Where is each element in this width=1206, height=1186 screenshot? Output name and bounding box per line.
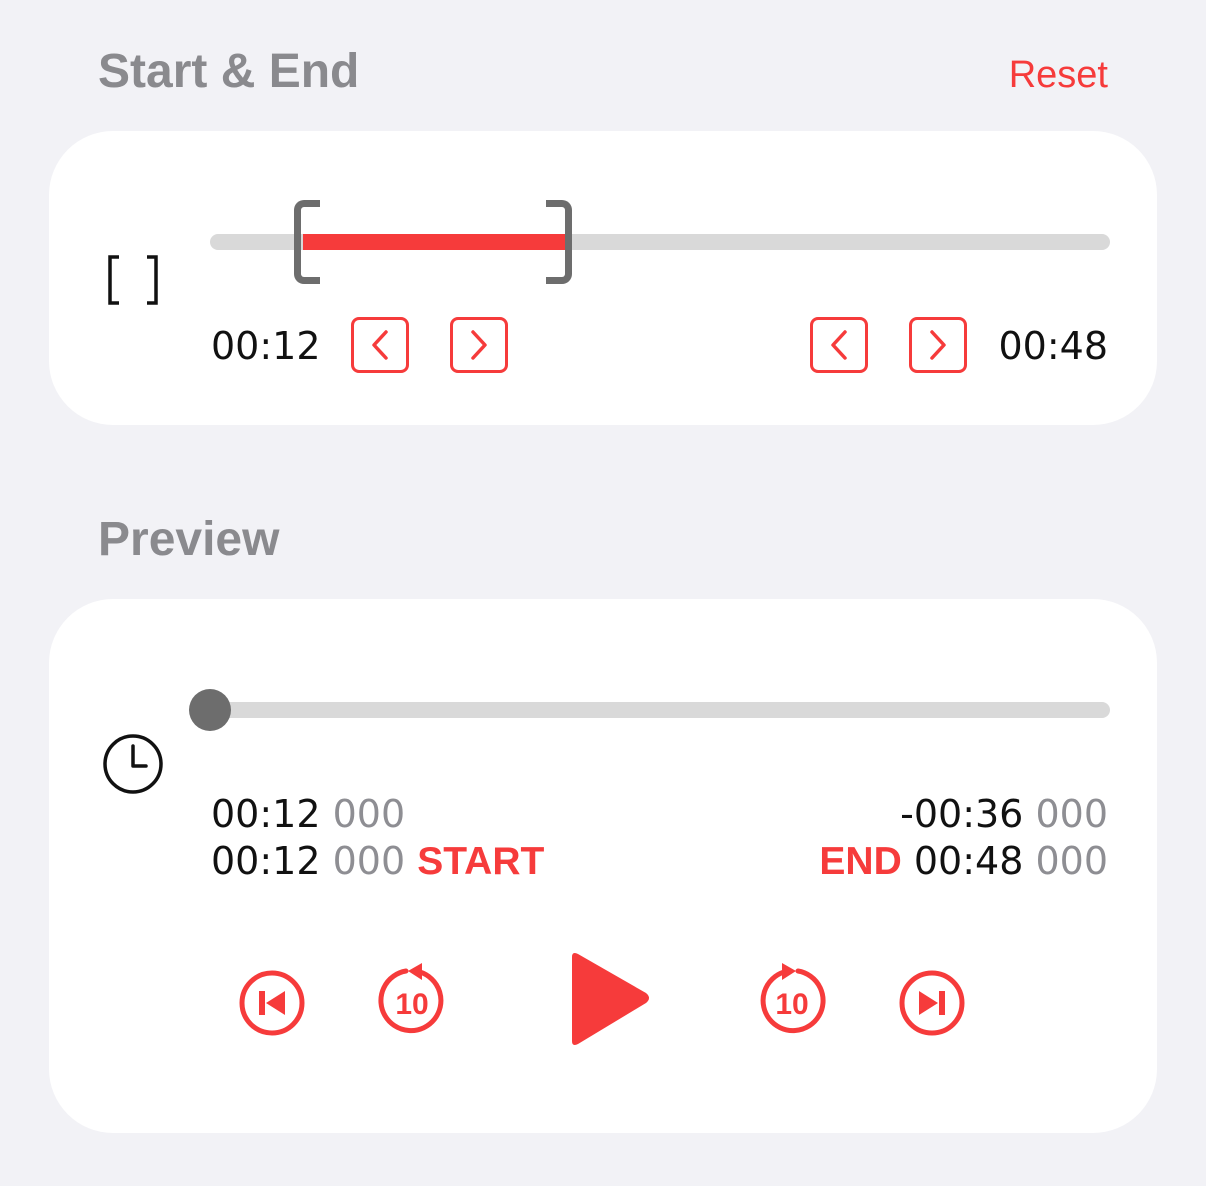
trim-selected-range bbox=[303, 234, 568, 250]
preview-title: Preview bbox=[98, 513, 280, 566]
current-time: 00:12 bbox=[211, 792, 321, 836]
preview-card: 00:12 000 -00:36 000 00:12 000 START END… bbox=[49, 599, 1157, 1133]
chevron-left-icon bbox=[831, 330, 847, 360]
forward-amount: 10 bbox=[775, 988, 808, 1021]
forward-10-icon[interactable]: 10 bbox=[756, 959, 828, 1039]
start-time-row: 00:12 000 START bbox=[211, 839, 544, 884]
current-ms: 000 bbox=[332, 792, 406, 836]
end-step-forward-button[interactable] bbox=[909, 317, 967, 373]
brackets-icon bbox=[108, 255, 158, 305]
clock-icon bbox=[103, 734, 163, 794]
trim-start-handle[interactable] bbox=[294, 200, 320, 284]
start-end-card: 00:12 00:48 bbox=[49, 131, 1157, 425]
preview-start-time: 00:12 bbox=[211, 839, 321, 883]
chevron-left-icon bbox=[372, 330, 388, 360]
reset-button[interactable]: Reset bbox=[1009, 54, 1108, 97]
preview-start-ms: 000 bbox=[332, 839, 406, 883]
end-label: END bbox=[819, 840, 902, 883]
play-icon[interactable] bbox=[564, 949, 654, 1049]
playback-track[interactable] bbox=[210, 702, 1110, 718]
trim-end-handle[interactable] bbox=[546, 200, 572, 284]
playhead-thumb[interactable] bbox=[189, 689, 231, 731]
remaining-time-row: -00:36 000 bbox=[900, 792, 1108, 836]
current-time-row: 00:12 000 bbox=[211, 792, 405, 836]
remaining-ms: 000 bbox=[1035, 792, 1108, 836]
preview-end-time: 00:48 bbox=[913, 839, 1024, 883]
trim-start-time: 00:12 bbox=[211, 324, 321, 368]
start-end-title: Start & End bbox=[98, 45, 360, 98]
rewind-10-icon[interactable]: 10 bbox=[376, 959, 448, 1039]
rewind-amount: 10 bbox=[395, 988, 428, 1021]
end-time-row: END 00:48 000 bbox=[819, 839, 1108, 884]
skip-to-start-icon[interactable] bbox=[238, 969, 306, 1037]
start-step-forward-button[interactable] bbox=[450, 317, 508, 373]
start-step-back-button[interactable] bbox=[351, 317, 409, 373]
chevron-right-icon bbox=[930, 330, 946, 360]
trim-end-time: 00:48 bbox=[998, 324, 1108, 368]
start-label: START bbox=[417, 840, 545, 883]
skip-to-end-icon[interactable] bbox=[898, 969, 966, 1037]
end-step-back-button[interactable] bbox=[810, 317, 868, 373]
chevron-right-icon bbox=[471, 330, 487, 360]
remaining-time: -00:36 bbox=[900, 792, 1024, 836]
preview-end-ms: 000 bbox=[1035, 839, 1108, 883]
